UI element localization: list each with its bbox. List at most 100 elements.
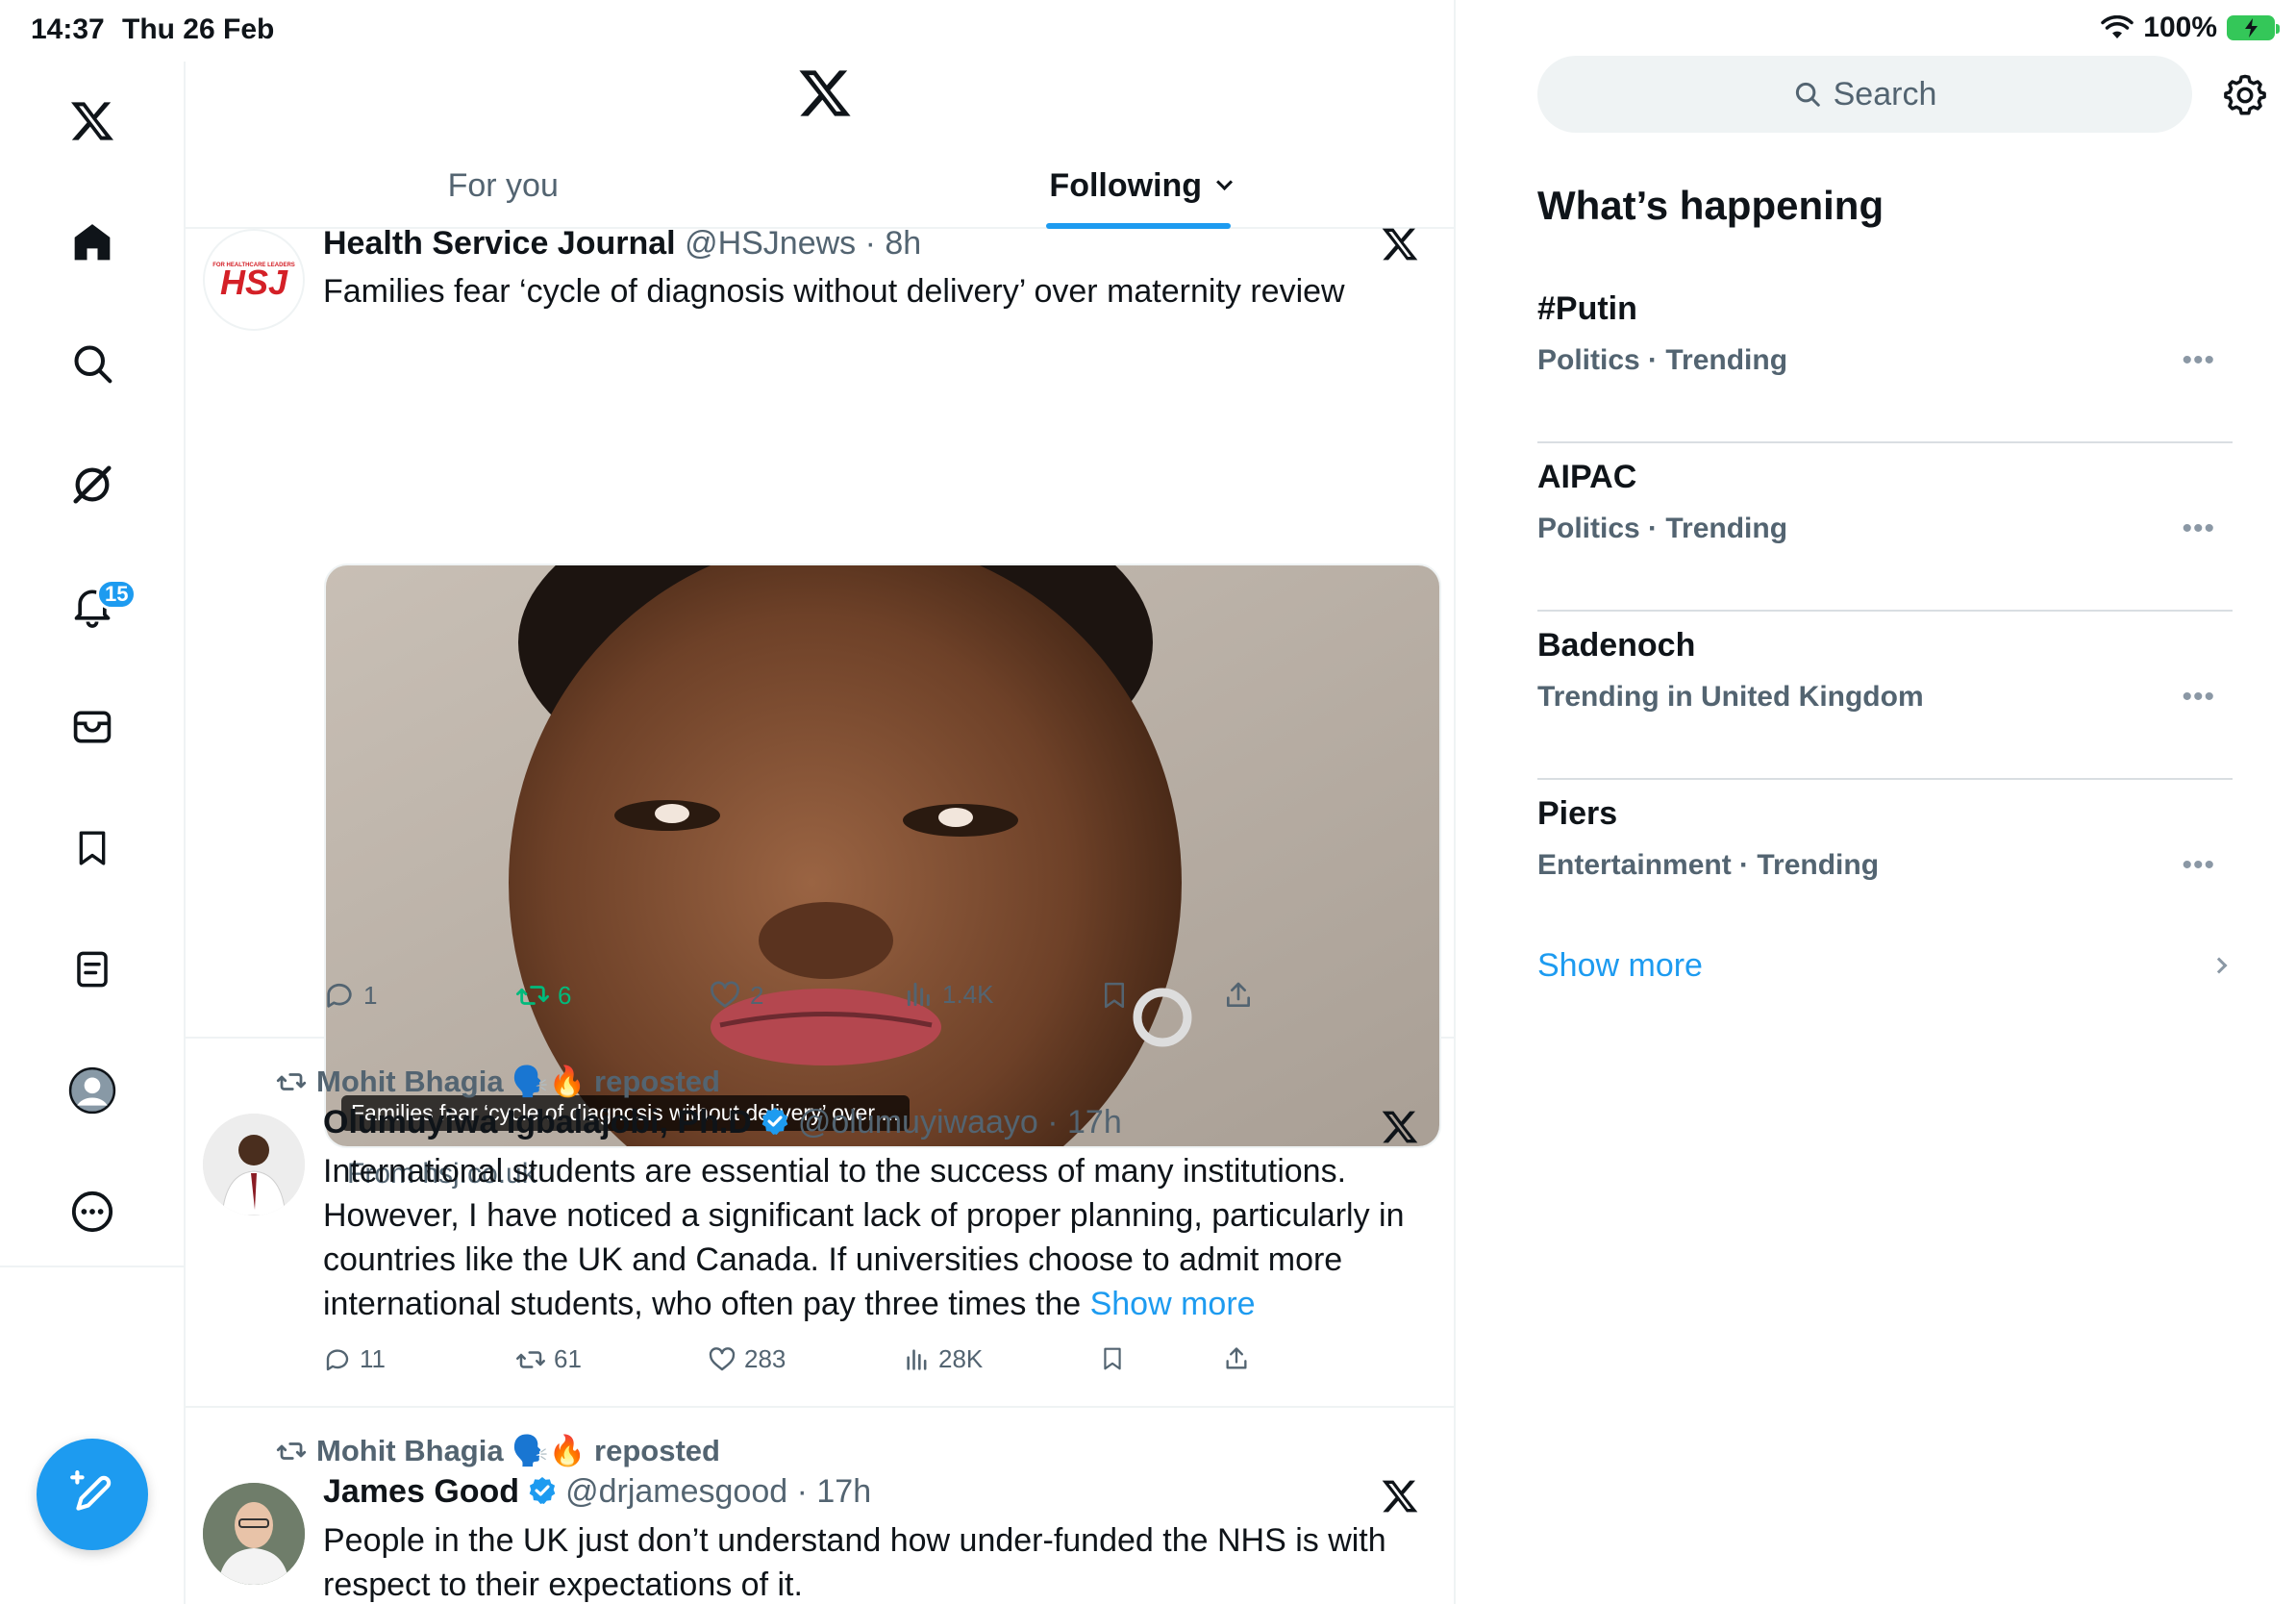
views-count: 1.4K [942, 979, 994, 1009]
repost-button[interactable]: 6 [515, 979, 571, 1012]
post-x-icon[interactable] [1381, 225, 1419, 263]
share-icon [1226, 1347, 1247, 1369]
messages-icon[interactable] [54, 689, 131, 765]
repost-count: 6 [558, 980, 572, 1010]
reply-count: 11 [360, 1344, 386, 1373]
more-dots-icon[interactable]: ••• [2182, 849, 2215, 882]
bookmark-icon [1104, 1347, 1121, 1370]
views-count: 28K [938, 1344, 984, 1373]
post-x-icon[interactable] [1381, 1108, 1419, 1146]
timeline-tabs: For you Following [186, 144, 1455, 229]
repost-small-icon [276, 1441, 307, 1460]
author-handle-time[interactable]: @olumuyiwaayo · 17h [798, 1104, 1122, 1140]
views-chart-icon [907, 982, 930, 1007]
trend-category: Politics · Trending [1537, 344, 1788, 376]
reply-icon [326, 1348, 349, 1370]
bookmark-icon [1105, 982, 1124, 1009]
trend-item[interactable]: #Putin Politics · Trending ••• [1537, 275, 2233, 443]
author-handle-time[interactable]: @HSJnews · 8h [685, 225, 921, 262]
tab-for-you-label: For you [447, 166, 559, 204]
compose-post-button[interactable] [37, 1439, 148, 1550]
home-icon[interactable] [54, 204, 131, 281]
trend-item[interactable]: AIPAC Politics · Trending ••• [1537, 443, 2233, 612]
x-header-logo-icon[interactable] [796, 65, 854, 123]
post-olumuyiwa[interactable]: Mohit Bhagia 🗣️🔥 reposted Olumuyiwa Igba… [186, 1039, 1454, 1408]
show-more-link[interactable]: Show more [1090, 1286, 1256, 1322]
more-options-icon[interactable] [54, 1173, 131, 1250]
more-dots-icon[interactable]: ••• [2182, 344, 2215, 377]
repost-button[interactable]: 61 [515, 1344, 582, 1374]
post-text: Families fear ‘cycle of diagnosis withou… [323, 273, 1345, 310]
post-actions: 11 61 283 28K [323, 1344, 1285, 1392]
tab-following-label: Following [1049, 166, 1203, 204]
reply-button[interactable]: 1 [323, 979, 377, 1012]
more-dots-icon[interactable]: ••• [2182, 681, 2215, 714]
verified-badge-icon [529, 1477, 556, 1504]
settings-gear-icon[interactable] [2223, 73, 2267, 117]
tab-following[interactable]: Following [821, 144, 1455, 229]
heart-icon [711, 981, 739, 1008]
trend-name: #Putin [1537, 290, 1637, 327]
reposted-by[interactable]: Mohit Bhagia 🗣️🔥 reposted [276, 1064, 720, 1099]
avatar-james-good[interactable] [203, 1483, 305, 1585]
trend-item[interactable]: Piers Entertainment · Trending ••• [1537, 780, 2233, 948]
tab-for-you[interactable]: For you [186, 144, 821, 227]
reply-count: 1 [363, 980, 378, 1010]
lists-icon[interactable] [54, 931, 131, 1008]
author-name[interactable]: Health Service Journal [323, 225, 676, 262]
post-text: People in the UK just don’t understand h… [323, 1522, 1386, 1603]
notifications-bell-icon[interactable]: 15 [54, 567, 137, 644]
nav-divider [0, 1266, 186, 1267]
reposted-by-text: Mohit Bhagia 🗣️🔥 reposted [316, 1434, 720, 1467]
search-input[interactable]: Search [1537, 56, 2192, 133]
search-placeholder: Search [1833, 75, 1937, 113]
author-name[interactable]: Olumuyiwa Igbalajobi, Ph.D [323, 1104, 752, 1140]
trend-item[interactable]: Badenoch Trending in United Kingdom ••• [1537, 612, 2233, 780]
share-button[interactable] [1223, 979, 1254, 1012]
more-dots-icon[interactable]: ••• [2182, 513, 2215, 545]
heart-icon [709, 1346, 736, 1370]
bookmark-button[interactable] [1100, 979, 1129, 1012]
like-count: 283 [744, 1344, 786, 1373]
trend-name: AIPAC [1537, 459, 1637, 495]
post-actions: 1 6 2 1.4K [323, 979, 1285, 1027]
post-header: James Good @drjamesgood · 17h [323, 1473, 871, 1511]
post-hsj[interactable]: FOR HEALTHCARE LEADERS HSJ Health Servic… [186, 225, 1454, 1190]
chevron-down-icon[interactable] [1216, 173, 1234, 190]
search-icon[interactable] [54, 325, 131, 402]
hsj-logo-icon: FOR HEALTHCARE LEADERS HSJ [212, 263, 295, 302]
reply-button[interactable]: 11 [323, 1344, 386, 1374]
avatar-hsj[interactable]: FOR HEALTHCARE LEADERS HSJ [203, 229, 305, 331]
avatar-olumuyiwa[interactable] [203, 1114, 305, 1216]
views-chart-icon [907, 1348, 927, 1370]
notifications-badge: 15 [96, 579, 137, 610]
author-handle-time[interactable]: @drjamesgood · 17h [565, 1473, 871, 1510]
trend-category: Trending in United Kingdom [1537, 681, 1924, 713]
post-text: International students are essential to … [323, 1149, 1429, 1326]
post-x-icon[interactable] [1381, 1477, 1419, 1516]
post-header: Olumuyiwa Igbalajobi, Ph.D @olumuyiwaayo … [323, 1104, 1122, 1141]
repost-icon [516, 986, 549, 1005]
post-james-good[interactable]: Mohit Bhagia 🗣️🔥 reposted James Good @drj… [186, 1408, 1454, 1604]
avatar-photo [203, 1483, 305, 1585]
views-button[interactable]: 28K [904, 1344, 983, 1374]
bookmark-button[interactable] [1100, 1344, 1125, 1373]
share-icon [1227, 982, 1250, 1007]
timeline-column: For you Following FOR HEALTHCARE LEADERS… [186, 0, 1456, 1604]
views-button[interactable]: 1.4K [904, 979, 994, 1010]
compose-feather-icon [70, 1470, 112, 1511]
x-logo-icon[interactable] [54, 83, 131, 160]
bookmarks-icon[interactable] [54, 810, 131, 887]
chevron-right-icon[interactable] [2210, 957, 2228, 974]
author-name[interactable]: James Good [323, 1473, 519, 1510]
like-count: 2 [750, 980, 764, 1010]
share-button[interactable] [1223, 1344, 1250, 1373]
grok-icon[interactable] [54, 446, 131, 523]
profile-avatar-icon[interactable] [54, 1052, 131, 1129]
like-button[interactable]: 2 [708, 979, 763, 1012]
right-sidebar: Search What’s happening #Putin Politics … [1458, 0, 2296, 1604]
trend-name: Piers [1537, 795, 1618, 832]
show-more-trends-link[interactable]: Show more [1537, 947, 1703, 985]
reposted-by[interactable]: Mohit Bhagia 🗣️🔥 reposted [276, 1433, 720, 1468]
like-button[interactable]: 283 [708, 1344, 786, 1374]
